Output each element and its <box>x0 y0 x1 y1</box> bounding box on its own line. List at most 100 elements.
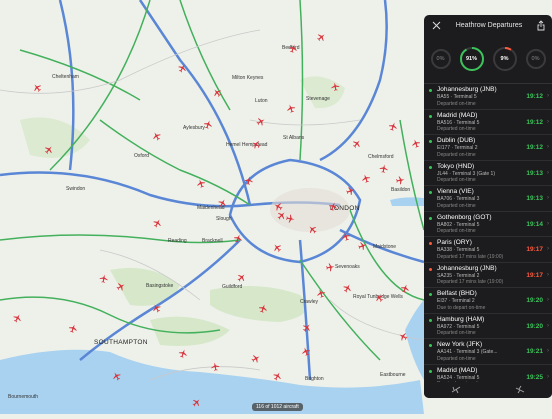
flight-row[interactable]: Vienna (VIE) BA706 · Terminal 3 Departed… <box>424 186 552 212</box>
status-dot <box>429 318 432 322</box>
flight-time: 19:12 <box>526 93 543 100</box>
flight-row[interactable]: New York (JFK) AA141 · Terminal 3 (Gate.… <box>424 339 552 365</box>
flight-row[interactable]: Tokyo (HND) JL44 · Terminal 3 (Gate 1) D… <box>424 161 552 186</box>
aircraft-icon[interactable] <box>286 214 299 224</box>
flight-row[interactable]: Madrid (MAD) BA516 · Terminal 5 Departed… <box>424 110 552 135</box>
panel-header: Heathrow Departures <box>424 15 552 35</box>
flight-status: Departed on-time <box>437 330 476 336</box>
chevron-right-icon: › <box>547 246 549 252</box>
flight-time: 19:21 <box>526 348 543 355</box>
place-label: Stevenage <box>306 96 330 102</box>
place-label: Oxford <box>134 153 150 159</box>
ring-value: 91% <box>465 56 477 62</box>
place-label: Basingstoke <box>146 283 174 289</box>
status-dot <box>429 369 432 373</box>
flight-row[interactable]: Gothenborg (GOT) BA802 · Terminal 5 Depa… <box>424 212 552 237</box>
flight-time: 19:13 <box>526 169 543 177</box>
flight-status: Departed on-time <box>437 177 476 183</box>
place-label: Slough <box>216 216 232 222</box>
flight-row[interactable]: Paris (ORY) BA338 · Terminal 5 Departed … <box>424 237 552 263</box>
arrivals-tab-icon[interactable] <box>515 384 525 396</box>
place-label: Luton <box>255 98 268 104</box>
chevron-right-icon: › <box>547 195 549 201</box>
ring-stat[interactable]: 0% <box>430 48 452 70</box>
ring-stat[interactable]: 9% <box>492 46 518 72</box>
chevron-right-icon: › <box>547 169 549 176</box>
status-dot <box>429 191 432 194</box>
aircraft-icon[interactable] <box>209 357 220 371</box>
chevron-right-icon: › <box>547 322 549 329</box>
place-label: Crawley <box>300 299 319 305</box>
flight-status: Departed on-time <box>437 228 476 234</box>
place-label: Milton Keynes <box>232 75 264 81</box>
aircraft-icon[interactable] <box>244 171 254 185</box>
flight-status: Departed 17 mins late (19:00) <box>437 253 504 260</box>
close-button[interactable] <box>430 19 442 31</box>
flight-row[interactable]: Dublin (DUB) EI177 · Terminal 2 Departed… <box>424 135 552 161</box>
place-label: Maidstone <box>373 244 397 250</box>
place-label: Brighton <box>305 376 324 382</box>
flight-time: 19:13 <box>526 195 543 202</box>
chevron-right-icon: › <box>547 271 549 278</box>
place-label: Bournemouth <box>8 394 39 400</box>
flight-status: Departed on-time <box>437 151 476 158</box>
departures-tab-icon[interactable] <box>451 384 461 396</box>
flight-status: Departed on-time <box>437 126 476 132</box>
status-dot <box>429 242 432 245</box>
status-dot <box>429 216 432 220</box>
aircraft-icon[interactable] <box>329 77 340 91</box>
ring-value: 0% <box>531 56 540 62</box>
status-dot <box>429 293 432 296</box>
chevron-right-icon: › <box>547 348 549 354</box>
ring-stat[interactable]: 0% <box>525 48 547 70</box>
status-dot <box>429 114 432 118</box>
place-label: Bracknell <box>202 238 223 244</box>
status-dot <box>429 344 432 347</box>
flight-row[interactable]: Hamburg (HAM) BA972 · Terminal 5 Departe… <box>424 314 552 339</box>
flight-time: 19:20 <box>526 322 543 330</box>
status-dot <box>429 267 432 271</box>
chevron-right-icon: › <box>547 93 549 99</box>
chevron-right-icon: › <box>547 220 549 227</box>
flight-row[interactable]: Johannesburg (JNB) BA55 · Terminal 5 Dep… <box>424 84 552 110</box>
chevron-right-icon: › <box>547 144 549 150</box>
panel-footer <box>424 382 552 398</box>
place-label: Cheltenham <box>52 74 79 80</box>
place-label: Reading <box>168 238 187 244</box>
flight-time: 19:17 <box>526 271 543 279</box>
share-button[interactable] <box>536 19 546 31</box>
flight-time: 19:14 <box>526 220 543 228</box>
ring-value: 9% <box>500 56 509 62</box>
status-dot <box>429 89 432 92</box>
flight-status: Departed on-time <box>437 355 476 362</box>
flight-time: 19:20 <box>526 297 543 304</box>
place-label: St Albans <box>283 135 305 141</box>
flight-time: 19:12 <box>526 118 543 126</box>
aircraft-icon[interactable] <box>326 261 339 272</box>
place-label: Guildford <box>222 284 243 290</box>
aircraft-icon[interactable] <box>396 174 409 185</box>
stats-rings: 0% 91% 9% 0% <box>424 35 552 83</box>
aircraft-icon[interactable] <box>379 159 389 173</box>
flight-status: Departed 17 mins late (19:00) <box>437 279 504 285</box>
aircraft-icon[interactable] <box>99 269 109 283</box>
flight-row[interactable]: Johannesburg (JNB) SA235 · Terminal 2 De… <box>424 263 552 288</box>
chevron-right-icon: › <box>547 373 549 380</box>
close-icon <box>432 21 440 29</box>
ring-value: 0% <box>436 56 445 62</box>
share-icon <box>537 19 545 30</box>
flight-row[interactable]: Belfast (BHD) EI37 · Terminal 2 Due to d… <box>424 288 552 314</box>
chevron-right-icon: › <box>547 118 549 125</box>
ring-stat[interactable]: 91% <box>459 46 485 72</box>
status-dot <box>429 140 432 143</box>
flight-time: 19:12 <box>526 144 543 151</box>
place-label: Basildon <box>391 187 411 193</box>
flight-time: 19:17 <box>526 246 543 253</box>
chevron-right-icon: › <box>547 297 549 303</box>
departures-panel: Heathrow Departures 0% 91% 9% 0% Johanne… <box>424 15 552 398</box>
flight-status: Due to depart on-time <box>437 304 486 311</box>
aircraft-counter: 116 of 1012 aircraft <box>252 403 303 411</box>
flight-list[interactable]: Johannesburg (JNB) BA55 · Terminal 5 Dep… <box>424 83 552 390</box>
flight-status: Departed on-time <box>437 202 476 209</box>
panel-title: Heathrow Departures <box>455 21 523 29</box>
